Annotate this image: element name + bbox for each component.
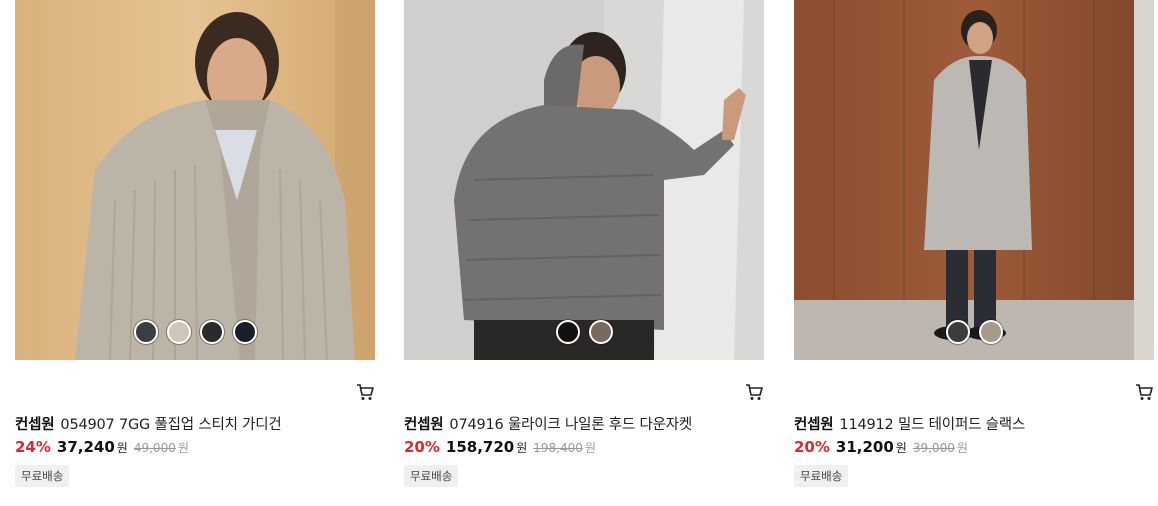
original-price: 49,000 <box>133 441 176 455</box>
price-row: 20% 31,200 원 39,000 원 <box>794 438 1154 456</box>
color-swatch[interactable] <box>232 320 257 344</box>
discount-rate: 24% <box>15 438 51 456</box>
product-grid: 컨셉원 054907 7GG 풀집업 스티치 가디건 24% 37,240 원 4… <box>0 0 1158 506</box>
color-swatch[interactable] <box>588 320 613 344</box>
product-name[interactable]: 074916 울라이크 나일론 후드 다운자켓 <box>449 417 692 433</box>
color-swatch[interactable] <box>555 320 580 344</box>
product-card[interactable]: 컨셉원 074916 울라이크 나일론 후드 다운자켓 20% 158,720 원… <box>404 0 764 506</box>
original-currency-unit: 원 <box>584 441 596 455</box>
original-price: 39,000 <box>912 441 955 455</box>
sale-price: 37,240 <box>56 438 115 456</box>
color-swatches <box>404 320 764 344</box>
cart-icon <box>1136 384 1153 400</box>
free-shipping-badge: 무료배송 <box>404 465 459 487</box>
product-title[interactable]: 컨셉원 114912 밀드 테이퍼드 슬랙스 <box>794 413 1154 434</box>
product-name[interactable]: 054907 7GG 풀집업 스티치 가디건 <box>60 417 281 433</box>
color-swatches <box>15 320 375 344</box>
cart-icon <box>357 384 374 400</box>
color-swatch[interactable] <box>945 320 970 344</box>
currency-unit: 원 <box>895 441 907 455</box>
original-currency-unit: 원 <box>177 441 189 455</box>
add-to-cart-button[interactable] <box>744 382 764 402</box>
brand-name[interactable]: 컨셉원 <box>404 417 444 433</box>
free-shipping-badge: 무료배송 <box>794 465 849 487</box>
sale-price: 158,720 <box>445 438 515 456</box>
add-to-cart-button[interactable] <box>355 382 375 402</box>
brand-name[interactable]: 컨셉원 <box>15 417 55 433</box>
price-row: 20% 158,720 원 198,400 원 <box>404 438 764 456</box>
color-swatch[interactable] <box>166 320 191 344</box>
product-card[interactable]: 컨셉원 114912 밀드 테이퍼드 슬랙스 20% 31,200 원 39,00… <box>794 0 1154 506</box>
color-swatches <box>794 320 1154 344</box>
cart-icon <box>746 384 763 400</box>
product-card[interactable]: 컨셉원 054907 7GG 풀집업 스티치 가디건 24% 37,240 원 4… <box>15 0 375 506</box>
product-title[interactable]: 컨셉원 074916 울라이크 나일론 후드 다운자켓 <box>404 413 764 434</box>
free-shipping-badge: 무료배송 <box>15 465 70 487</box>
color-swatch[interactable] <box>978 320 1003 344</box>
currency-unit: 원 <box>516 441 528 455</box>
price-row: 24% 37,240 원 49,000 원 <box>15 438 375 456</box>
discount-rate: 20% <box>794 438 830 456</box>
color-swatch[interactable] <box>133 320 158 344</box>
brand-name[interactable]: 컨셉원 <box>794 417 834 433</box>
original-price: 198,400 <box>533 441 583 455</box>
color-swatch[interactable] <box>199 320 224 344</box>
product-image[interactable] <box>404 0 764 360</box>
product-title[interactable]: 컨셉원 054907 7GG 풀집업 스티치 가디건 <box>15 413 375 434</box>
currency-unit: 원 <box>116 441 128 455</box>
product-image[interactable] <box>15 0 375 360</box>
discount-rate: 20% <box>404 438 440 456</box>
product-image[interactable] <box>794 0 1154 360</box>
original-currency-unit: 원 <box>956 441 968 455</box>
sale-price: 31,200 <box>835 438 894 456</box>
product-name[interactable]: 114912 밀드 테이퍼드 슬랙스 <box>839 417 1025 433</box>
add-to-cart-button[interactable] <box>1134 382 1154 402</box>
